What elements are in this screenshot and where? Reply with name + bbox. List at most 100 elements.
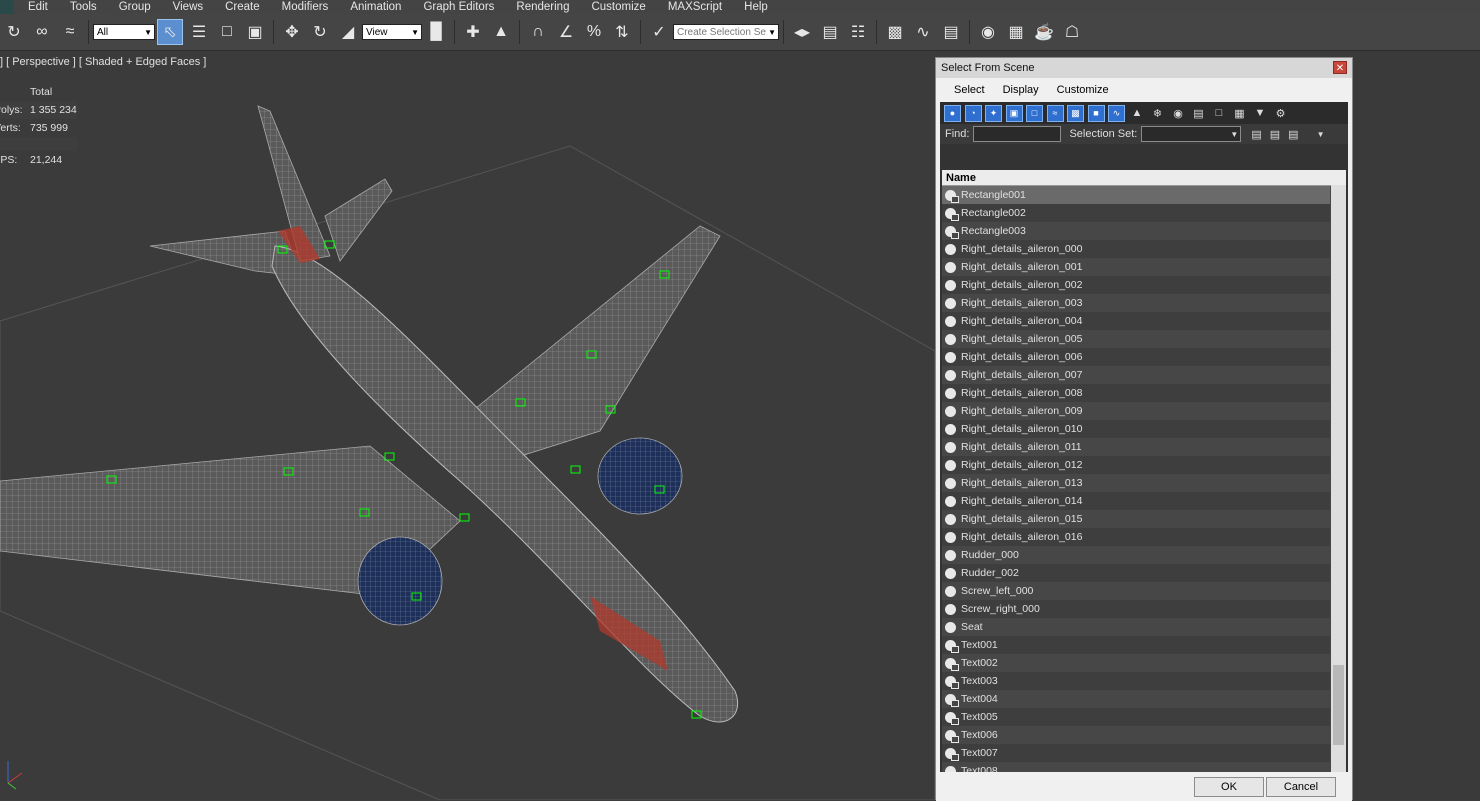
filter-icon[interactable]: ▼ [1252, 105, 1269, 122]
select-by-name-icon[interactable]: ☰ [187, 20, 211, 44]
list-item[interactable]: Right_details_aileron_010 [942, 420, 1330, 438]
menu-views[interactable]: Views [173, 1, 203, 13]
create-selection-set-icon[interactable]: ▤ [1251, 128, 1261, 141]
selection-set-dropdown[interactable]: ▼ [1141, 126, 1242, 142]
mirror-icon[interactable]: ◂▸ [790, 20, 814, 44]
list-item[interactable]: Screw_left_000 [942, 582, 1330, 600]
close-icon[interactable]: ✕ [1333, 61, 1347, 74]
display-xrefs-icon[interactable]: ■ [1087, 104, 1105, 122]
list-item[interactable]: Right_details_aileron_016 [942, 528, 1330, 546]
list-item[interactable]: Right_details_aileron_000 [942, 240, 1330, 258]
dialog-menu-display[interactable]: Display [1003, 84, 1039, 96]
list-item[interactable]: Text002 [942, 654, 1330, 672]
viewport-label[interactable]: ] [ Perspective ] [ Shaded + Edged Faces… [0, 56, 206, 68]
list-item[interactable]: Text006 [942, 726, 1330, 744]
keyboard-shortcut-override-icon[interactable]: ▲ [489, 20, 513, 44]
layer-manager-icon[interactable]: ☷ [846, 20, 870, 44]
angle-snap-icon[interactable]: ∠ [554, 20, 578, 44]
list-item[interactable]: Text004 [942, 690, 1330, 708]
display-space-warps-icon[interactable]: ≈ [1046, 104, 1064, 122]
scrollbar-thumb[interactable] [1333, 665, 1344, 745]
list-item[interactable]: Right_details_aileron_001 [942, 258, 1330, 276]
list-item[interactable]: Right_details_aileron_015 [942, 510, 1330, 528]
list-item[interactable]: Right_details_aileron_013 [942, 474, 1330, 492]
render-setup-icon[interactable]: ▦ [1004, 20, 1028, 44]
perspective-viewport[interactable]: ] [ Perspective ] [ Shaded + Edged Faces… [0, 51, 935, 800]
select-object-icon[interactable]: ⬁ [157, 19, 183, 45]
menu-graph-editors[interactable]: Graph Editors [423, 1, 494, 13]
list-item[interactable]: Right_details_aileron_009 [942, 402, 1330, 420]
display-hidden-icon[interactable]: ◉ [1170, 105, 1187, 122]
unlink-icon[interactable]: ↻ [2, 20, 26, 44]
list-item[interactable]: Rudder_000 [942, 546, 1330, 564]
list-item[interactable]: Right_details_aileron_008 [942, 384, 1330, 402]
menu-tools[interactable]: Tools [70, 1, 97, 13]
find-input[interactable] [973, 126, 1062, 142]
move-icon[interactable]: ✥ [280, 20, 304, 44]
material-editor-icon[interactable]: ◉ [976, 20, 1000, 44]
list-item[interactable]: Text005 [942, 708, 1330, 726]
list-item[interactable]: Right_details_aileron_014 [942, 492, 1330, 510]
display-all-icon[interactable]: ▤ [1190, 105, 1207, 122]
list-item[interactable]: Right_details_aileron_011 [942, 438, 1330, 456]
list-item[interactable]: Screw_right_000 [942, 600, 1330, 618]
ok-button[interactable]: OK [1194, 777, 1264, 797]
dialog-menu-customize[interactable]: Customize [1057, 84, 1109, 96]
named-selection-set-dropdown[interactable]: Create Selection Se ▼ [673, 24, 779, 40]
list-item[interactable]: Right_details_aileron_002 [942, 276, 1330, 294]
pivot-center-icon[interactable]: █ [424, 20, 448, 44]
selection-filter-dropdown[interactable]: All ▼ [93, 24, 155, 40]
display-shapes-icon[interactable]: ◔ [964, 104, 982, 122]
remove-from-selection-set-icon[interactable]: ▤ [1288, 128, 1298, 141]
display-cameras-icon[interactable]: ▣ [1005, 104, 1023, 122]
list-item[interactable]: Right_details_aileron_003 [942, 294, 1330, 312]
menu-edit[interactable]: Edit [28, 1, 48, 13]
list-item[interactable]: Rectangle001 [942, 186, 1330, 204]
menu-modifiers[interactable]: Modifiers [282, 1, 329, 13]
display-containers-icon[interactable]: ▲ [1129, 105, 1146, 122]
display-lights-icon[interactable]: ✦ [985, 104, 1002, 122]
menu-help[interactable]: Help [744, 1, 768, 13]
rotate-icon[interactable]: ↻ [308, 20, 332, 44]
reference-coordinate-dropdown[interactable]: View ▼ [362, 24, 422, 40]
column-header-name[interactable]: Name [942, 170, 1346, 186]
display-geometry-icon[interactable]: ● [944, 104, 961, 122]
display-helpers-icon[interactable]: □ [1026, 104, 1043, 122]
dialog-titlebar[interactable]: Select From Scene ✕ [936, 58, 1352, 78]
list-item[interactable]: Seat [942, 618, 1330, 636]
list-item[interactable]: Rectangle002 [942, 204, 1330, 222]
list-item[interactable]: Text003 [942, 672, 1330, 690]
menu-maxscript[interactable]: MAXScript [668, 1, 722, 13]
list-item[interactable]: Text001 [942, 636, 1330, 654]
graphite-ribbon-icon[interactable]: ▩ [883, 20, 907, 44]
schematic-view-icon[interactable]: ▤ [939, 20, 963, 44]
filter-settings-icon[interactable]: ⚙ [1272, 105, 1289, 122]
list-item[interactable]: Right_details_aileron_012 [942, 456, 1330, 474]
bind-space-warp-icon[interactable]: ≈ [58, 20, 82, 44]
percent-snap-icon[interactable]: % [582, 20, 606, 44]
display-invert-icon[interactable]: ▦ [1231, 105, 1248, 122]
display-frozen-icon[interactable]: ❄ [1149, 105, 1166, 122]
curve-editor-icon[interactable]: ∿ [911, 20, 935, 44]
scale-icon[interactable]: ◢ [336, 20, 360, 44]
edit-named-selection-icon[interactable]: ✓ [647, 20, 671, 44]
menu-rendering[interactable]: Rendering [516, 1, 569, 13]
list-item[interactable]: Right_details_aileron_004 [942, 312, 1330, 330]
window-crossing-icon[interactable]: ▣ [243, 20, 267, 44]
vertical-scrollbar[interactable] [1331, 185, 1346, 774]
list-item[interactable]: Rudder_002 [942, 564, 1330, 582]
render-production-icon[interactable]: ☖ [1060, 20, 1084, 44]
list-item[interactable]: Right_details_aileron_006 [942, 348, 1330, 366]
list-item[interactable]: Right_details_aileron_007 [942, 366, 1330, 384]
menu-create[interactable]: Create [225, 1, 260, 13]
display-bones-icon[interactable]: ∿ [1108, 104, 1125, 122]
menu-animation[interactable]: Animation [350, 1, 401, 13]
menu-customize[interactable]: Customize [591, 1, 645, 13]
app-menu-button[interactable] [0, 0, 14, 14]
list-item[interactable]: Right_details_aileron_005 [942, 330, 1330, 348]
snaps-toggle-icon[interactable]: ∩ [526, 20, 550, 44]
display-none-icon[interactable]: □ [1211, 105, 1228, 122]
dialog-menu-select[interactable]: Select [954, 84, 985, 96]
menu-group[interactable]: Group [119, 1, 151, 13]
align-icon[interactable]: ▤ [818, 20, 842, 44]
